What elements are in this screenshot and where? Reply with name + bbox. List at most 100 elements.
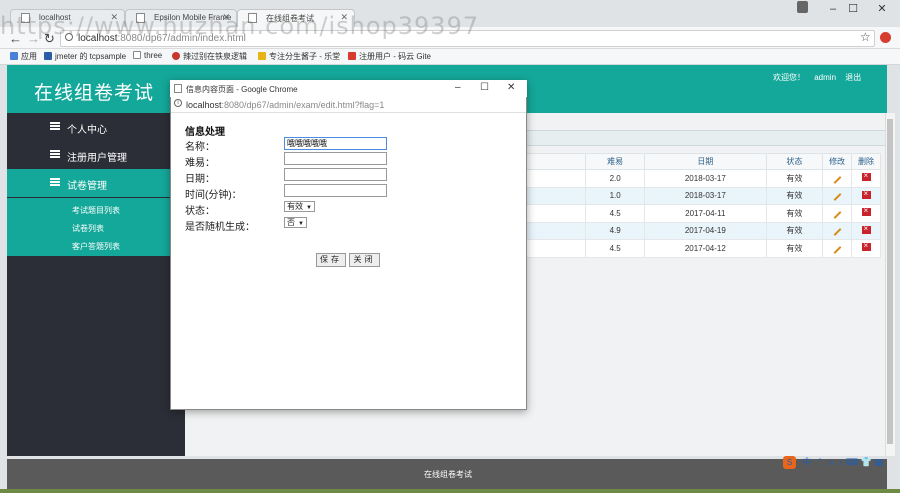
sidebar-item-exam-management[interactable]: 试卷管理 ‹ bbox=[7, 169, 185, 197]
pencil-icon[interactable] bbox=[833, 245, 841, 254]
delete-cell bbox=[851, 204, 881, 223]
save-button[interactable]: 保存 bbox=[316, 253, 346, 267]
table-cell bbox=[524, 186, 587, 205]
table-cell bbox=[524, 169, 587, 188]
user-area: 欢迎您！ admin 退出 bbox=[773, 72, 868, 83]
welcome-text: 欢迎您！ bbox=[773, 73, 805, 82]
shield-icon bbox=[44, 52, 52, 60]
random-label: 是否随机生成： bbox=[185, 222, 255, 233]
name-label: 名称： bbox=[185, 142, 215, 153]
name-input[interactable] bbox=[284, 137, 387, 150]
status-cell: 有效 bbox=[765, 169, 824, 188]
difficulty-cell: 1.0 bbox=[585, 186, 645, 205]
delete-icon[interactable] bbox=[861, 241, 871, 252]
pencil-icon[interactable] bbox=[833, 210, 841, 219]
pencil-icon[interactable] bbox=[833, 175, 841, 184]
col-header-difficulty: 难易 bbox=[585, 153, 645, 170]
delete-icon[interactable] bbox=[861, 224, 871, 234]
menu-list-icon bbox=[50, 122, 60, 130]
date-cell: 2017-04-12 bbox=[643, 239, 767, 258]
logout-link[interactable]: 退出 bbox=[845, 73, 861, 82]
date-label: 日期： bbox=[185, 174, 215, 185]
difficulty-cell: 4.9 bbox=[585, 221, 645, 240]
delete-icon[interactable] bbox=[861, 171, 871, 182]
difficulty-input[interactable] bbox=[284, 152, 387, 165]
bookmark-red[interactable]: 辣过别在铁泉逻辑 bbox=[172, 51, 247, 62]
table-cell bbox=[524, 204, 587, 223]
bookmark-apps[interactable]: 应用 bbox=[10, 51, 37, 62]
bookmark-yellow[interactable]: 专注分生酱子 - 乐堂 bbox=[258, 51, 340, 62]
date-cell: 2018-03-17 bbox=[643, 169, 767, 188]
delete-icon[interactable] bbox=[861, 189, 871, 199]
apps-grid-icon bbox=[10, 52, 18, 60]
edit-cell bbox=[822, 221, 853, 240]
menu-list-icon bbox=[50, 178, 60, 186]
table-row: 2.0 2018-03-17 有效 bbox=[524, 169, 881, 188]
status-select-value: 有效 bbox=[287, 202, 303, 211]
dropdown-arrow-icon: ▼ bbox=[306, 205, 312, 211]
edit-cell bbox=[822, 204, 853, 223]
col-header-delete: 删除 bbox=[851, 153, 881, 170]
ime-tools-icons[interactable]: °, ☺ ♪ ⌨ 👕 ▦ bbox=[818, 457, 883, 467]
col-header-edit: 修改 bbox=[822, 153, 853, 170]
ime-toolbar[interactable]: S 中 °, ☺ ♪ ⌨ 👕 ▦ bbox=[783, 455, 898, 471]
col-header bbox=[524, 153, 587, 170]
username[interactable]: admin bbox=[814, 73, 836, 82]
popup-minimize-button[interactable]: – bbox=[455, 82, 461, 93]
table-row: 4.5 2017-04-11 有效 bbox=[524, 204, 881, 223]
status-label: 状态： bbox=[185, 206, 215, 217]
ime-language-toggle[interactable]: 中 bbox=[803, 457, 812, 467]
difficulty-cell: 2.0 bbox=[585, 169, 645, 188]
status-cell: 有效 bbox=[765, 204, 824, 223]
gitee-icon bbox=[348, 52, 356, 60]
sidebar-item-label: 试卷管理 bbox=[67, 181, 107, 192]
delete-cell bbox=[851, 239, 881, 258]
duration-label: 时间(分钟)： bbox=[185, 190, 242, 201]
date-cell: 2017-04-11 bbox=[643, 204, 767, 223]
form-heading: 信息处理 bbox=[185, 127, 225, 138]
popup-close-button[interactable]: ✕ bbox=[507, 82, 515, 93]
submenu-item-papers[interactable]: 试卷列表 bbox=[72, 223, 104, 234]
exam-table: 难易 日期 状态 修改 删除 2.0 2018-03-17 有效 1.0 201… bbox=[524, 153, 881, 258]
submenu-item-questions[interactable]: 考试题目列表 bbox=[72, 205, 120, 216]
sogou-ime-icon[interactable]: S bbox=[783, 456, 796, 470]
site-icon bbox=[172, 52, 180, 60]
random-select[interactable]: 否 ▼ bbox=[284, 217, 307, 228]
date-cell: 2017-04-19 bbox=[643, 221, 767, 240]
dropdown-arrow-icon: ▼ bbox=[298, 221, 304, 227]
sidebar-item-user-management[interactable]: 注册用户管理 ‹ bbox=[7, 141, 185, 169]
delete-icon[interactable] bbox=[861, 206, 871, 217]
sidebar-item-personal-center[interactable]: 个人中心 ‹ bbox=[7, 113, 185, 141]
popup-title: 信息内容页面 - Google Chrome bbox=[186, 85, 298, 94]
menu-list-icon bbox=[50, 150, 60, 158]
table-row: 4.9 2017-04-19 有效 bbox=[524, 221, 881, 240]
bookmark-gitee[interactable]: 注册用户 - 码云 Gite bbox=[348, 51, 431, 62]
close-button[interactable]: 关闭 bbox=[349, 253, 380, 267]
edit-cell bbox=[822, 169, 853, 188]
status-select[interactable]: 有效 ▼ bbox=[284, 201, 315, 212]
difficulty-label: 难易： bbox=[185, 158, 215, 169]
pencil-icon[interactable] bbox=[833, 228, 841, 237]
date-input[interactable] bbox=[284, 168, 387, 181]
status-cell: 有效 bbox=[765, 239, 824, 258]
info-icon[interactable]: i bbox=[174, 99, 182, 107]
random-select-value: 否 bbox=[287, 218, 295, 227]
bookmark-three[interactable]: three bbox=[133, 51, 162, 60]
delete-cell bbox=[851, 169, 881, 188]
app-title: 在线组卷考试 bbox=[34, 83, 155, 104]
bookmark-jmeter[interactable]: jmeter 的 tcpsample bbox=[44, 51, 126, 62]
col-header-status: 状态 bbox=[765, 153, 824, 170]
pencil-icon[interactable] bbox=[833, 193, 841, 202]
table-header-row: 难易 日期 状态 修改 删除 bbox=[524, 153, 881, 170]
submenu-item-answers[interactable]: 客户答题列表 bbox=[72, 241, 120, 252]
page-icon bbox=[133, 51, 141, 59]
scrollbar-thumb[interactable] bbox=[887, 119, 893, 444]
table-row: 4.5 2017-04-12 有效 bbox=[524, 239, 881, 258]
desktop-background bbox=[0, 489, 900, 493]
edit-cell bbox=[822, 239, 853, 258]
duration-input[interactable] bbox=[284, 184, 387, 197]
watermark-text: https://www.huzhan.com/ishop39397 bbox=[0, 12, 480, 40]
status-cell: 有效 bbox=[765, 221, 824, 240]
difficulty-cell: 4.5 bbox=[585, 239, 645, 258]
popup-maximize-button[interactable]: ☐ bbox=[480, 82, 489, 93]
